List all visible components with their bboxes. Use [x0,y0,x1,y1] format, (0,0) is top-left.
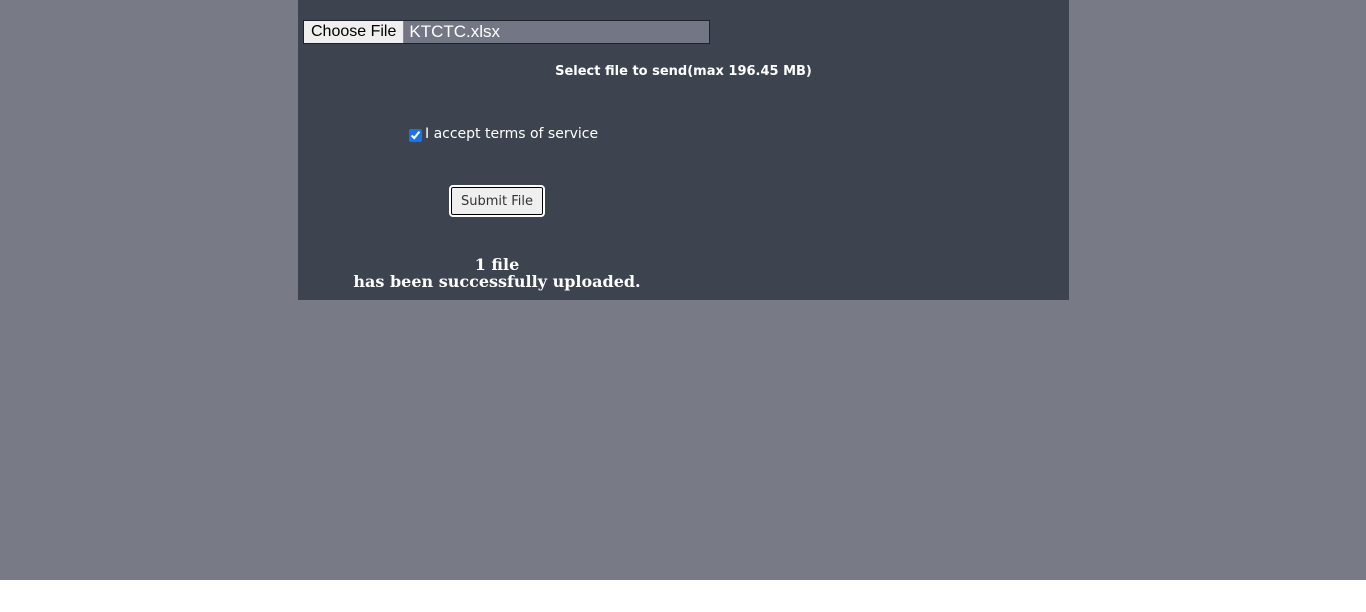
select-file-hint: Select file to send(max 196.45 MB) [555,64,812,79]
file-input[interactable]: Choose File KTCTC.xlsx [303,20,710,44]
terms-checkbox[interactable] [409,129,422,142]
choose-file-button[interactable]: Choose File [304,21,405,43]
terms-label[interactable]: I accept terms of service [425,126,598,142]
upload-status: has been successfully uploaded. [353,272,641,291]
upload-panel [298,0,1069,300]
upload-count: 1 file [474,255,520,274]
upload-result-message: 1 file has been successfully uploaded. [298,256,696,290]
submit-file-button[interactable]: Submit File [449,185,545,217]
selected-file-name: KTCTC.xlsx [409,22,501,41]
terms-row: I accept terms of service [408,125,598,142]
